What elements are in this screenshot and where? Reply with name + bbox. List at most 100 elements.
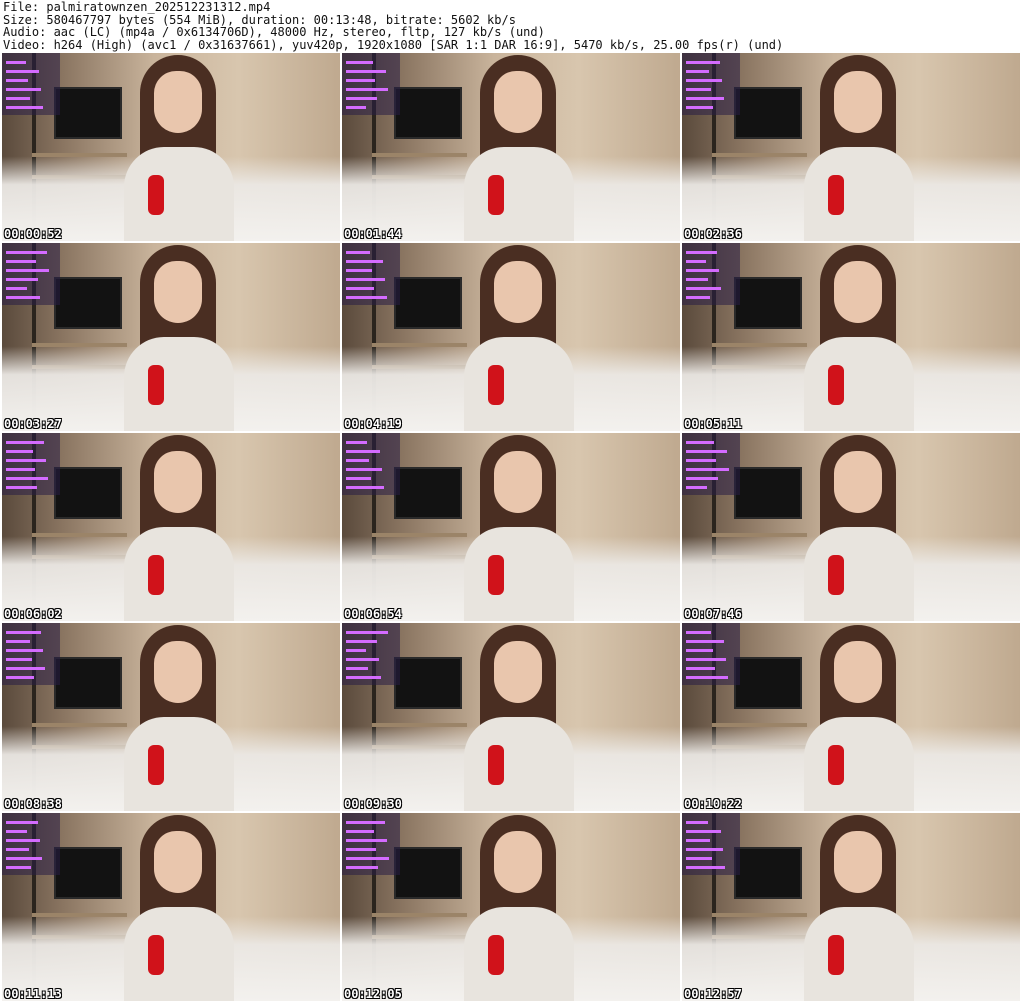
red-ribbon bbox=[148, 745, 164, 785]
person bbox=[458, 245, 578, 431]
face bbox=[834, 261, 882, 323]
sweater bbox=[804, 337, 914, 431]
red-ribbon bbox=[828, 745, 844, 785]
sweater bbox=[804, 147, 914, 241]
stream-overlay-panel bbox=[2, 243, 60, 305]
person bbox=[458, 815, 578, 1001]
sweater bbox=[464, 147, 574, 241]
file-name-line: File: palmiratownzen_202512231312.mp4 bbox=[3, 0, 271, 14]
timestamp-label: 00:04:19 bbox=[344, 417, 402, 431]
sweater bbox=[464, 527, 574, 621]
red-ribbon bbox=[488, 935, 504, 975]
red-ribbon bbox=[488, 745, 504, 785]
sweater bbox=[464, 337, 574, 431]
stream-overlay-panel bbox=[342, 53, 400, 115]
sweater bbox=[464, 907, 574, 1001]
sweater bbox=[464, 717, 574, 811]
sweater bbox=[124, 527, 234, 621]
timestamp-label: 00:12:05 bbox=[344, 987, 402, 1001]
red-ribbon bbox=[828, 365, 844, 405]
red-ribbon bbox=[828, 935, 844, 975]
red-ribbon bbox=[488, 555, 504, 595]
file-info-header: File: palmiratownzen_202512231312.mp4 Si… bbox=[3, 1, 1019, 51]
timestamp-label: 00:12:57 bbox=[684, 987, 742, 1001]
stream-overlay-panel bbox=[342, 623, 400, 685]
timestamp-label: 00:05:11 bbox=[684, 417, 742, 431]
timestamp-label: 00:07:46 bbox=[684, 607, 742, 621]
face bbox=[834, 71, 882, 133]
face bbox=[834, 451, 882, 513]
red-ribbon bbox=[828, 555, 844, 595]
video-thumbnail: 00:12:05 bbox=[342, 813, 680, 1001]
audio-info-line: Audio: aac (LC) (mp4a / 0x6134706D), 480… bbox=[3, 25, 545, 39]
face bbox=[154, 261, 202, 323]
stream-overlay-panel bbox=[682, 433, 740, 495]
video-info-line: Video: h264 (High) (avc1 / 0x31637661), … bbox=[3, 37, 784, 52]
sweater bbox=[124, 717, 234, 811]
stream-overlay-panel bbox=[2, 623, 60, 685]
video-thumbnail: 00:12:57 bbox=[682, 813, 1020, 1001]
video-thumbnail: 00:01:44 bbox=[342, 53, 680, 241]
sweater bbox=[124, 147, 234, 241]
face bbox=[154, 71, 202, 133]
red-ribbon bbox=[148, 365, 164, 405]
timestamp-label: 00:08:38 bbox=[4, 797, 62, 811]
video-thumbnail: 00:02:36 bbox=[682, 53, 1020, 241]
red-ribbon bbox=[488, 365, 504, 405]
timestamp-label: 00:02:36 bbox=[684, 227, 742, 241]
face bbox=[154, 451, 202, 513]
face bbox=[834, 641, 882, 703]
red-ribbon bbox=[488, 175, 504, 215]
person bbox=[458, 625, 578, 811]
red-ribbon bbox=[148, 555, 164, 595]
person bbox=[458, 55, 578, 241]
face bbox=[494, 261, 542, 323]
sweater bbox=[804, 907, 914, 1001]
person bbox=[798, 435, 918, 621]
red-ribbon bbox=[148, 935, 164, 975]
video-thumbnail: 00:09:30 bbox=[342, 623, 680, 811]
face bbox=[154, 641, 202, 703]
timestamp-label: 00:00:52 bbox=[4, 227, 62, 241]
stream-overlay-panel bbox=[2, 433, 60, 495]
stream-overlay-panel bbox=[682, 813, 740, 875]
thumbnail-grid: 00:00:52 00:01:44 00:02:36 00:03:27 00:04:19… bbox=[2, 53, 1022, 1001]
video-thumbnail: 00:08:38 bbox=[2, 623, 340, 811]
stream-overlay-panel bbox=[2, 813, 60, 875]
sweater bbox=[804, 527, 914, 621]
person bbox=[798, 245, 918, 431]
sweater bbox=[124, 337, 234, 431]
timestamp-label: 00:01:44 bbox=[344, 227, 402, 241]
video-thumbnail: 00:07:46 bbox=[682, 433, 1020, 621]
face bbox=[494, 831, 542, 893]
face bbox=[834, 831, 882, 893]
stream-overlay-panel bbox=[2, 53, 60, 115]
timestamp-label: 00:11:13 bbox=[4, 987, 62, 1001]
video-thumbnail: 00:04:19 bbox=[342, 243, 680, 431]
person bbox=[798, 55, 918, 241]
person bbox=[458, 435, 578, 621]
stream-overlay-panel bbox=[682, 623, 740, 685]
timestamp-label: 00:06:54 bbox=[344, 607, 402, 621]
video-thumbnail: 00:06:54 bbox=[342, 433, 680, 621]
person bbox=[798, 625, 918, 811]
person bbox=[798, 815, 918, 1001]
video-thumbnail: 00:03:27 bbox=[2, 243, 340, 431]
face bbox=[494, 71, 542, 133]
timestamp-label: 00:06:02 bbox=[4, 607, 62, 621]
stream-overlay-panel bbox=[342, 243, 400, 305]
red-ribbon bbox=[148, 175, 164, 215]
stream-overlay-panel bbox=[682, 53, 740, 115]
red-ribbon bbox=[828, 175, 844, 215]
stream-overlay-panel bbox=[342, 813, 400, 875]
sweater bbox=[804, 717, 914, 811]
stream-overlay-panel bbox=[342, 433, 400, 495]
face bbox=[154, 831, 202, 893]
face bbox=[494, 451, 542, 513]
person bbox=[118, 55, 238, 241]
video-thumbnail: 00:05:11 bbox=[682, 243, 1020, 431]
timestamp-label: 00:03:27 bbox=[4, 417, 62, 431]
person bbox=[118, 815, 238, 1001]
video-thumbnail: 00:10:22 bbox=[682, 623, 1020, 811]
person bbox=[118, 435, 238, 621]
